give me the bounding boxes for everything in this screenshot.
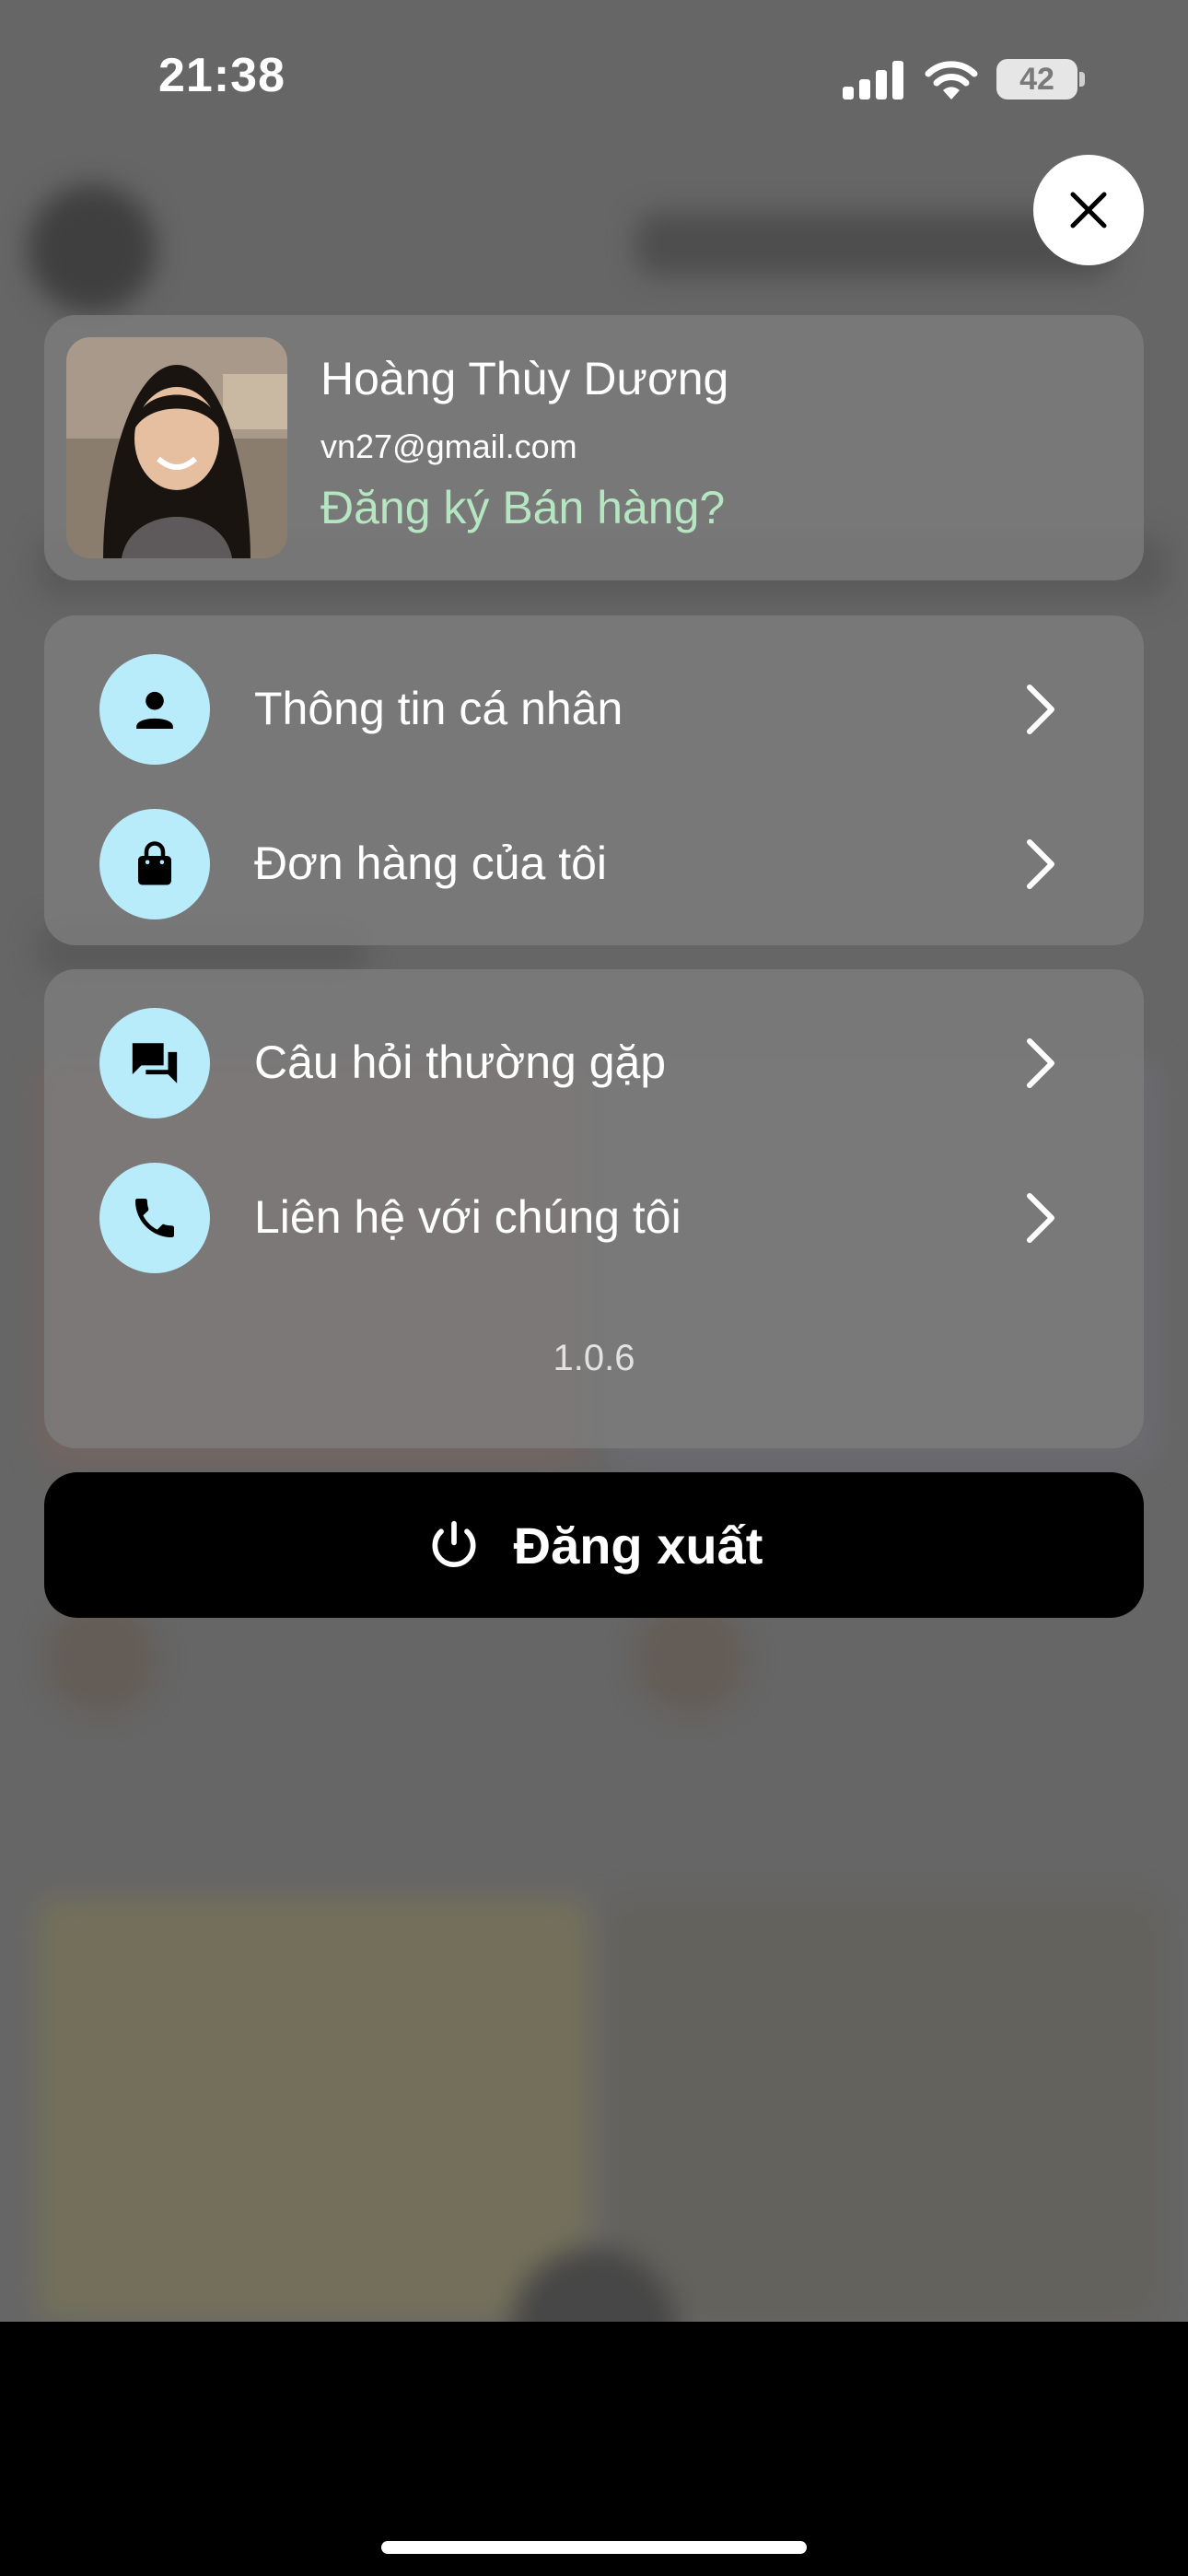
register-seller-link[interactable]: Đăng ký Bán hàng?: [320, 481, 725, 534]
menu-item-personal-info[interactable]: Thông tin cá nhân: [44, 645, 1144, 774]
chat-icon: [99, 1008, 210, 1118]
profile-email: vn27@gmail.com: [320, 427, 577, 465]
logout-label: Đăng xuất: [513, 1516, 763, 1575]
avatar[interactable]: [66, 337, 287, 558]
menu-item-label: Đơn hàng của tôi: [254, 837, 608, 889]
status-time: 21:38: [158, 49, 285, 102]
profile-card: Hoàng Thùy Dương vn27@gmail.com Đăng ký …: [44, 315, 1144, 580]
power-icon: [432, 1520, 476, 1567]
cellular-signal-icon: [843, 61, 905, 100]
person-icon: [99, 654, 210, 765]
menu-item-label: Thông tin cá nhân: [254, 683, 623, 734]
status-bar: 21:38 42: [0, 0, 1188, 157]
chevron-right-icon: [1027, 839, 1054, 889]
phone-icon: [99, 1163, 210, 1273]
background-tabbar: [0, 2322, 1188, 2576]
profile-name: Hoàng Thùy Dương: [320, 353, 729, 404]
app-version: 1.0.6: [553, 1338, 635, 1378]
chevron-right-icon: [1027, 685, 1054, 734]
menu-item-contact-us[interactable]: Liên hệ với chúng tôi: [44, 1153, 1144, 1282]
menu-group-support: Câu hỏi thường gặp Liên hệ với chúng tôi…: [44, 969, 1144, 1448]
battery-indicator: 42: [996, 59, 1077, 100]
menu-item-my-orders[interactable]: Đơn hàng của tôi: [44, 800, 1144, 929]
close-icon: [1070, 192, 1107, 228]
menu-item-label: Câu hỏi thường gặp: [254, 1036, 667, 1088]
menu-item-faq[interactable]: Câu hỏi thường gặp: [44, 999, 1144, 1128]
chevron-right-icon: [1027, 1038, 1054, 1088]
home-indicator[interactable]: [381, 2541, 807, 2554]
logout-button[interactable]: Đăng xuất: [44, 1472, 1144, 1618]
wifi-icon: [925, 61, 978, 100]
close-button[interactable]: [1033, 155, 1144, 265]
battery-tip: [1079, 72, 1085, 87]
chevron-right-icon: [1027, 1193, 1054, 1243]
menu-group-account: Thông tin cá nhân Đơn hàng của tôi: [44, 615, 1144, 945]
menu-item-label: Liên hệ với chúng tôi: [254, 1191, 681, 1243]
shopping-bag-icon: [99, 809, 210, 919]
